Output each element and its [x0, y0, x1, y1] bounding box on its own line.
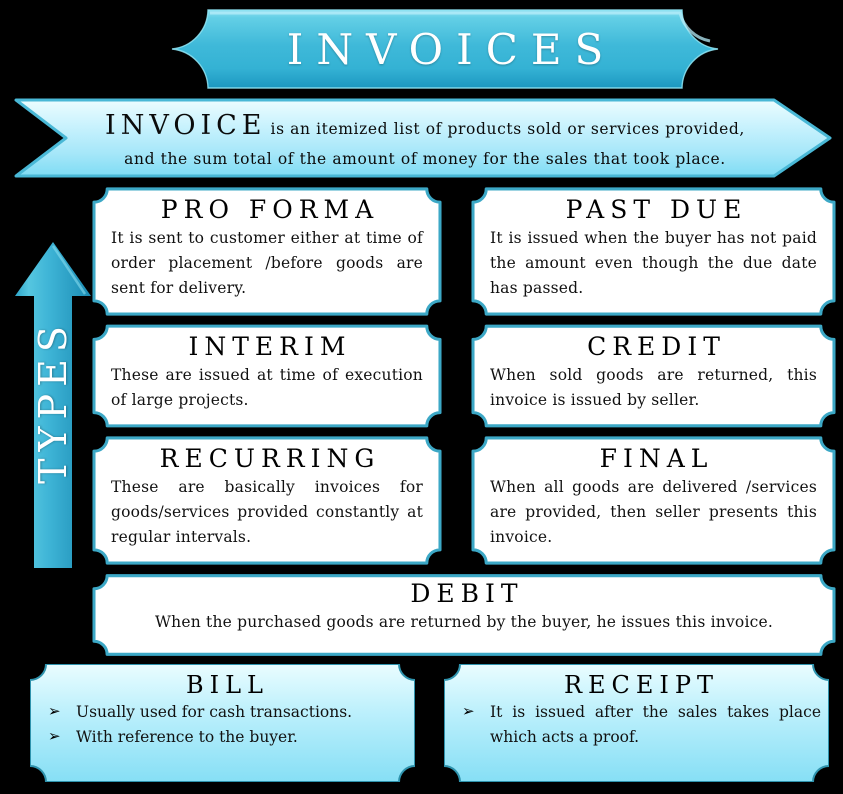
definition-line-1-rest: is an itemized list of products sold or … [270, 120, 745, 139]
card-title: PRO FORMA [160, 195, 380, 224]
panel-receipt[interactable]: RECEIPT ➢ It is issued after the sales t… [444, 664, 831, 784]
card-body: These are issued at time of execution of… [111, 366, 423, 410]
panel-bullet-list: ➢ Usually used for cash transactions. ➢ … [42, 700, 407, 750]
card-title: INTERIM [188, 332, 352, 361]
card-credit[interactable]: CREDIT When sold goods are returned, thi… [471, 324, 836, 428]
card-final[interactable]: FINAL When all goods are delivered /serv… [471, 436, 836, 565]
card-interim[interactable]: INTERIM These are issued at time of exec… [92, 324, 442, 428]
title-ribbon: INVOICES [170, 8, 720, 90]
card-title: DEBIT [410, 579, 524, 608]
definition-text: INVOICE is an itemized list of products s… [80, 98, 770, 178]
list-item-text: With reference to the buyer. [76, 728, 298, 747]
panel-bullet-list: ➢ It is issued after the sales takes pla… [456, 700, 821, 750]
list-item: ➢ It is issued after the sales takes pla… [456, 700, 821, 750]
definition-line-2: and the sum total of the amount of money… [124, 149, 726, 168]
arrow-bullet-icon: ➢ [48, 727, 61, 746]
types-arrow-shape [15, 242, 91, 568]
list-item: ➢ With reference to the buyer. [42, 725, 407, 750]
card-recurring[interactable]: RECURRING These are basically invoices f… [92, 436, 442, 565]
definition-lead-word: INVOICE [105, 110, 267, 142]
card-body: When sold goods are returned, this invoi… [490, 366, 817, 410]
definition-line-1: INVOICE is an itemized list of products s… [105, 105, 745, 147]
card-title: PAST DUE [565, 195, 748, 224]
list-item-text: Usually used for cash transactions. [76, 703, 353, 721]
card-title: CREDIT [587, 332, 726, 361]
card-title: FINAL [599, 444, 714, 473]
arrow-bullet-icon: ➢ [462, 702, 475, 720]
page-title: INVOICES [286, 24, 617, 74]
card-body: These are basically invoices for goods/s… [111, 478, 423, 547]
list-item-text: It is issued after the sales takes place… [490, 703, 821, 747]
list-item: ➢ Usually used for cash transactions. [42, 700, 407, 725]
panel-bill[interactable]: BILL ➢ Usually used for cash transaction… [30, 664, 417, 784]
card-body: It is sent to customer either at time of… [111, 229, 423, 298]
card-body: It is issued when the buyer has not paid… [490, 229, 817, 298]
panel-title: BILL [186, 671, 269, 699]
card-past-due[interactable]: PAST DUE It is issued when the buyer has… [471, 187, 836, 316]
types-arrow: TYPES [12, 240, 94, 570]
card-pro-forma[interactable]: PRO FORMA It is sent to customer either … [92, 187, 442, 316]
card-title: RECURRING [159, 444, 381, 473]
arrow-bullet-icon: ➢ [48, 702, 61, 720]
card-debit[interactable]: DEBIT When the purchased goods are retur… [92, 574, 836, 656]
card-body: When the purchased goods are returned by… [155, 613, 773, 632]
card-body: When all goods are delivered /services a… [490, 478, 817, 547]
panel-title: RECEIPT [563, 671, 720, 699]
definition-banner: INVOICE is an itemized list of products s… [14, 98, 832, 178]
